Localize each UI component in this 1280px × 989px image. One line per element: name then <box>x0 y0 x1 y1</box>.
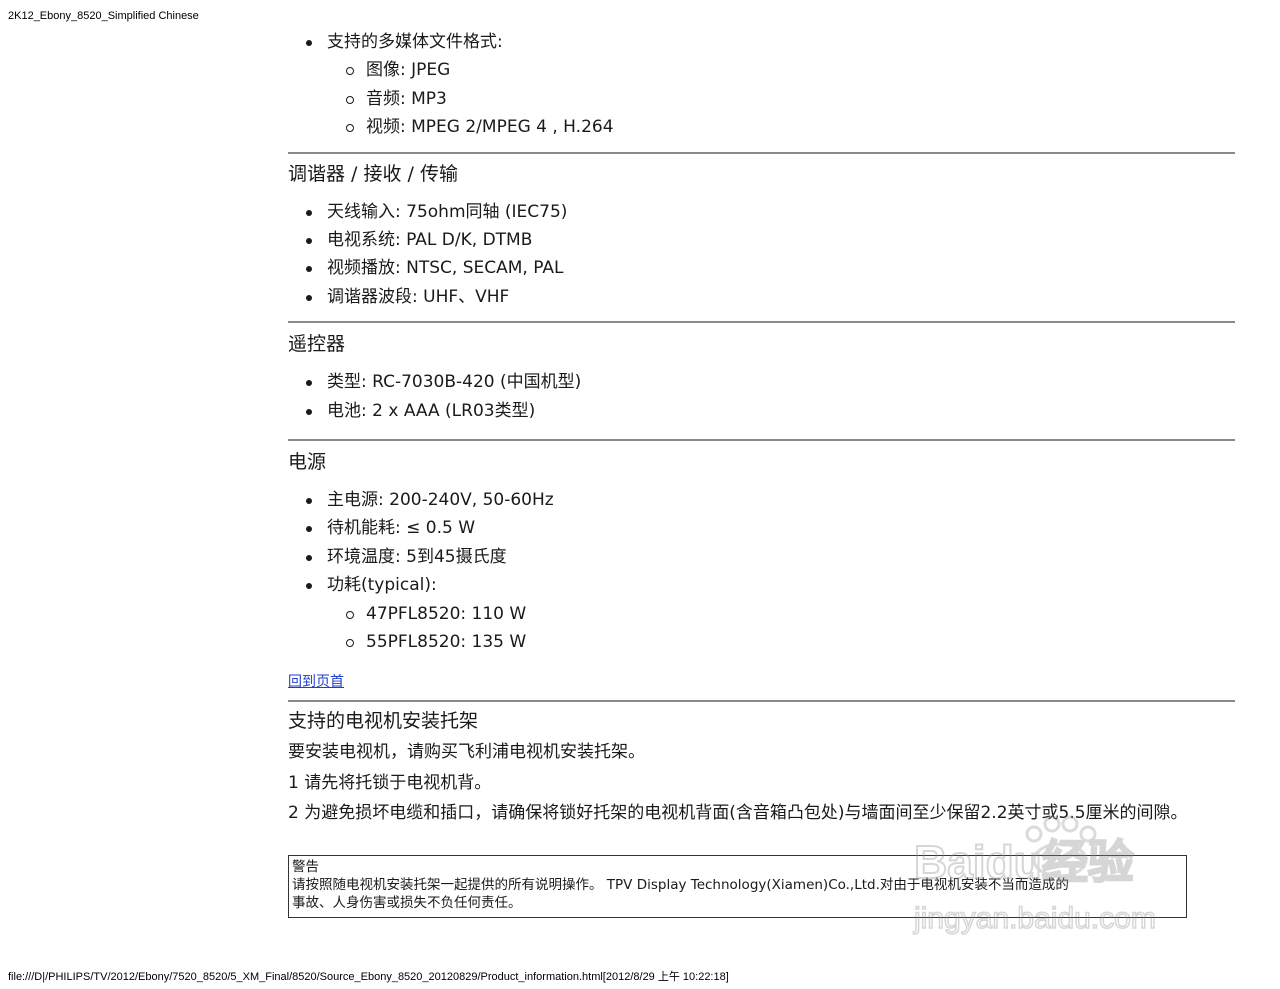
warning-line-2: 事故、人身伤害或损失不负任何责任。 <box>292 895 522 911</box>
print-header: 2K12_Ebony_8520_Simplified Chinese <box>8 10 199 22</box>
power-list: 主电源: 200-240V, 50-60Hz 待机能耗: ≤ 0.5 W 环境温… <box>288 486 1235 656</box>
list-item: 47PFL8520: 110 W <box>288 600 1235 628</box>
power-sublist: 47PFL8520: 110 W 55PFL8520: 135 W <box>288 600 1235 657</box>
list-item: 支持的多媒体文件格式: 图像: JPEG 音频: MP3 视频: MPEG 2/… <box>288 28 1235 142</box>
list-item: 功耗(typical): 47PFL8520: 110 W 55PFL8520:… <box>288 571 1235 656</box>
list-item: 待机能耗: ≤ 0.5 W <box>288 514 1235 542</box>
multimedia-label: 支持的多媒体文件格式: <box>327 32 503 52</box>
warning-line-1: 请按照随电视机安装托架一起提供的所有说明操作。 TPV Display Tech… <box>292 877 1069 893</box>
section-divider <box>288 321 1235 324</box>
section-title-tuner: 调谐器 / 接收 / 传输 <box>288 162 458 185</box>
power-consumption-label: 功耗(typical): <box>327 575 437 596</box>
bracket-paragraph: 要安装电视机，请购买飞利浦电视机安装托架。 <box>288 741 645 762</box>
bracket-step-1: 1 请先将托锁于电视机背。 <box>288 772 492 793</box>
list-item: 主电源: 200-240V, 50-60Hz <box>288 486 1235 514</box>
back-to-top-link[interactable]: 回到页首 <box>288 674 344 690</box>
tuner-list: 天线输入: 75ohm同轴 (IEC75) 电视系统: PAL D/K, DTM… <box>288 198 1235 312</box>
list-item: 类型: RC-7030B-420 (中国机型) <box>288 368 1235 396</box>
list-item: 环境温度: 5到45摄氏度 <box>288 543 1235 571</box>
section-title-power: 电源 <box>288 451 327 474</box>
list-item: 图像: JPEG <box>288 56 1235 84</box>
section-divider <box>288 699 1235 702</box>
bracket-step-2: 2 为避免损坏电缆和插口，请确保将锁好托架的电视机背面(含音箱凸包处)与墙面间至… <box>288 802 1188 823</box>
section-title-bracket: 支持的电视机安装托架 <box>288 709 479 732</box>
list-item: 视频: MPEG 2/MPEG 4 , H.264 <box>288 113 1235 141</box>
section-title-remote: 遥控器 <box>288 333 346 356</box>
warning-title: 警告 <box>292 859 319 875</box>
print-footer: file:///D|/PHILIPS/TV/2012/Ebony/7520_85… <box>8 971 729 983</box>
remote-list: 类型: RC-7030B-420 (中国机型) 电池: 2 x AAA (LR0… <box>288 368 1235 425</box>
product-info-content: 支持的多媒体文件格式: 图像: JPEG 音频: MP3 视频: MPEG 2/… <box>288 28 1235 918</box>
section-divider <box>288 439 1235 442</box>
multimedia-sublist: 图像: JPEG 音频: MP3 视频: MPEG 2/MPEG 4 , H.2… <box>288 56 1235 141</box>
multimedia-list: 支持的多媒体文件格式: 图像: JPEG 音频: MP3 视频: MPEG 2/… <box>288 28 1235 142</box>
warning-box: 警告 请按照随电视机安装托架一起提供的所有说明操作。 TPV Display T… <box>288 855 1187 918</box>
list-item: 视频播放: NTSC, SECAM, PAL <box>288 254 1235 282</box>
list-item: 电池: 2 x AAA (LR03类型) <box>288 397 1235 425</box>
list-item: 音频: MP3 <box>288 85 1235 113</box>
list-item: 电视系统: PAL D/K, DTMB <box>288 226 1235 254</box>
section-divider <box>288 151 1235 154</box>
list-item: 55PFL8520: 135 W <box>288 628 1235 656</box>
list-item: 天线输入: 75ohm同轴 (IEC75) <box>288 198 1235 226</box>
list-item: 调谐器波段: UHF、VHF <box>288 283 1235 311</box>
